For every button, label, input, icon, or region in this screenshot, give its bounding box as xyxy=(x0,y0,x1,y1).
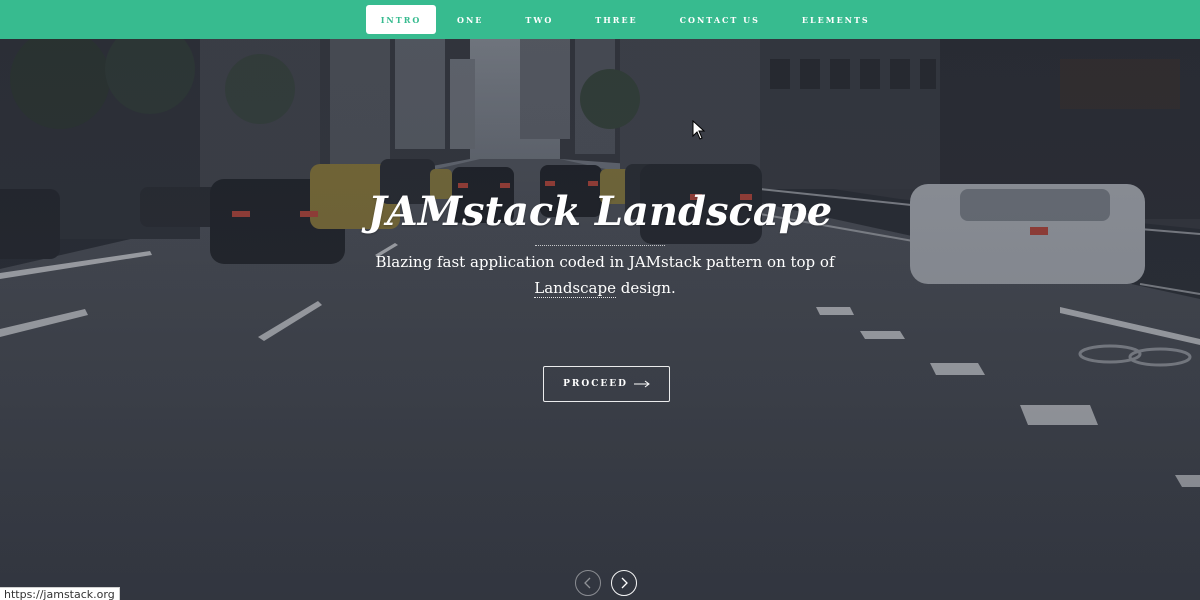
hero-title: JAMstack Landscape xyxy=(367,188,833,235)
hero-overlay xyxy=(0,39,1200,600)
nav-item-contact-us[interactable]: CONTACT US xyxy=(659,5,781,34)
slider-prev-button[interactable] xyxy=(575,570,601,596)
nav-item-one[interactable]: ONE xyxy=(436,5,504,34)
page: INTRO ONE TWO THREE CONTACT US ELEMENTS xyxy=(0,0,1200,600)
status-bar-url: https://jamstack.org xyxy=(0,587,120,600)
top-nav: INTRO ONE TWO THREE CONTACT US ELEMENTS xyxy=(0,0,1200,39)
hero-subtitle-text: Blazing fast application coded in JAMsta… xyxy=(375,253,835,271)
nav-item-two[interactable]: TWO xyxy=(504,5,574,34)
nav-item-three[interactable]: THREE xyxy=(574,5,658,34)
chevron-right-icon xyxy=(620,574,628,593)
chevron-left-icon xyxy=(584,574,592,593)
proceed-button[interactable]: PROCEED xyxy=(543,366,670,402)
nav-list: INTRO ONE TWO THREE CONTACT US ELEMENTS xyxy=(366,5,891,34)
slider-next-button[interactable] xyxy=(611,570,637,596)
landscape-link[interactable]: Landscape xyxy=(534,279,616,298)
hero-section xyxy=(0,39,1200,600)
nav-item-intro[interactable]: INTRO xyxy=(366,5,436,34)
title-divider xyxy=(535,245,665,246)
arrow-right-icon xyxy=(633,376,650,392)
proceed-label: PROCEED xyxy=(563,379,628,389)
hero-subtitle-end: design. xyxy=(615,279,676,297)
mouse-cursor-icon xyxy=(692,119,706,144)
hero-subtitle: Blazing fast application coded in JAMsta… xyxy=(370,249,840,301)
nav-item-elements[interactable]: ELEMENTS xyxy=(781,5,891,34)
